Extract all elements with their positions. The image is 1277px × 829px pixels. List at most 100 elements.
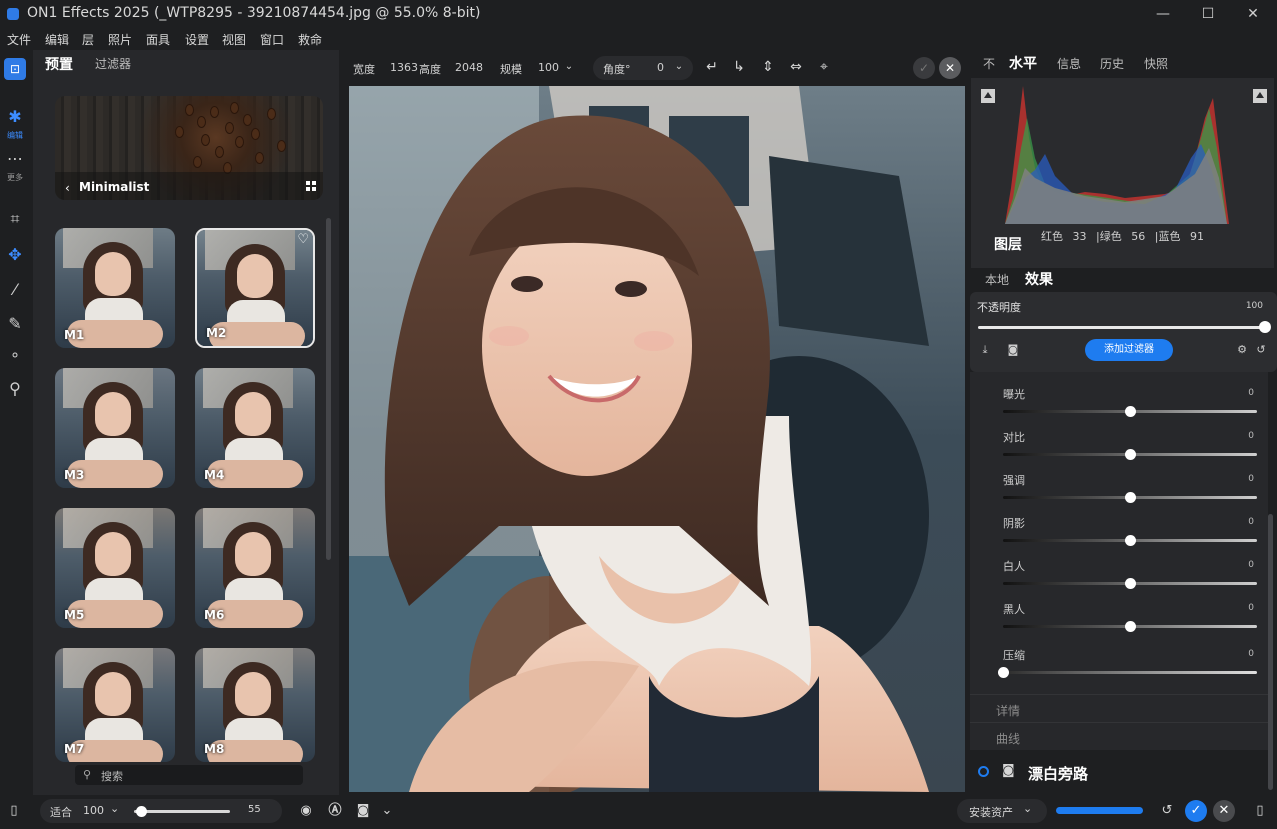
grid-view-icon[interactable]	[306, 181, 317, 192]
preset-thumbnail[interactable]: M6	[195, 508, 315, 628]
tab-snapshots[interactable]: 快照	[1144, 55, 1168, 72]
presets-scrollbar[interactable]	[326, 218, 331, 560]
adjustment-slider-knob[interactable]	[1125, 535, 1136, 546]
zoom-hand-icon[interactable]: ⚲	[4, 378, 26, 400]
section-curves[interactable]: 曲线	[996, 730, 1020, 747]
width-field[interactable]: 1363	[390, 61, 418, 74]
import-icon[interactable]: ⤓	[978, 343, 992, 357]
opacity-slider-knob[interactable]	[1259, 321, 1271, 333]
menu-view[interactable]: 视图	[222, 31, 246, 48]
preset-thumbnail[interactable]: M4	[195, 368, 315, 488]
scale-field[interactable]: 100	[538, 61, 559, 74]
install-progress-bar	[1056, 807, 1143, 814]
preset-thumbnail[interactable]: M3	[55, 368, 175, 488]
reset-all-icon[interactable]: ↺	[1157, 801, 1177, 821]
magic-wand-icon[interactable]: ⁄	[4, 279, 26, 301]
tab-filters[interactable]: 过滤器	[95, 55, 131, 72]
view-dropdown-icon[interactable]: ⌄	[377, 801, 397, 821]
photo-canvas[interactable]	[349, 86, 965, 792]
back-chevron-icon[interactable]: ‹	[65, 181, 70, 195]
flip-vertical-icon[interactable]: ⇕	[759, 58, 777, 76]
highlight-clip-icon[interactable]	[1253, 89, 1267, 103]
menu-photo[interactable]: 照片	[108, 31, 132, 48]
add-filter-button[interactable]: 添加过滤器	[1085, 339, 1173, 361]
reset-icon[interactable]: ↺	[1254, 343, 1268, 357]
fit-label[interactable]: 适合	[50, 804, 72, 820]
category-banner[interactable]: ‹ Minimalist	[55, 96, 323, 200]
toggle-left-panel-icon[interactable]: ▯	[4, 801, 24, 821]
tab-levels[interactable]: 水平	[1009, 53, 1037, 73]
menu-help[interactable]: 救命	[298, 31, 322, 48]
filter-enable-radio[interactable]	[978, 766, 989, 777]
favorite-heart-icon[interactable]: ♡	[297, 232, 309, 247]
rotate-left-icon[interactable]: ↵	[703, 58, 721, 76]
adjustment-slider-knob[interactable]	[1125, 449, 1136, 460]
section-details[interactable]: 详情	[996, 702, 1020, 719]
adjustment-slider-knob[interactable]	[998, 667, 1009, 678]
flip-horizontal-icon[interactable]: ⇔	[787, 58, 805, 76]
mask-icon[interactable]: ◙	[1006, 343, 1020, 357]
tab-effects[interactable]: 效果	[1025, 269, 1053, 289]
preset-thumbnail[interactable]: M1	[55, 228, 175, 348]
preset-thumbnail[interactable]: M2 ♡	[195, 228, 315, 348]
right-panel-scrollbar[interactable]	[1268, 514, 1273, 790]
browse-icon[interactable]: ⊡	[4, 58, 26, 80]
adjustment-slider[interactable]	[1003, 671, 1257, 674]
adjustments-panel: 曝光 0 对比 0 强调 0 阴影 0 白人 0 黑人 0 压缩 0 详情 曲线	[970, 372, 1268, 750]
cancel-button[interactable]: ✕	[1213, 800, 1235, 822]
preset-thumbnail[interactable]: M5	[55, 508, 175, 628]
preset-label: M3	[64, 468, 85, 482]
mask-view-icon[interactable]: ◙	[353, 801, 373, 821]
cancel-transform-button[interactable]: ✕	[939, 57, 961, 79]
adjustment-slider-knob[interactable]	[1125, 406, 1136, 417]
adjustment-slider-knob[interactable]	[1125, 492, 1136, 503]
menu-settings[interactable]: 设置	[185, 31, 209, 48]
tab-info[interactable]: 信息	[1057, 55, 1081, 72]
menu-file[interactable]: 文件	[7, 31, 31, 48]
apply-button[interactable]: ✓	[1185, 800, 1207, 822]
move-icon[interactable]: ✥	[4, 244, 26, 266]
preset-thumbnail[interactable]: M7	[55, 648, 175, 762]
angle-field[interactable]: 0	[657, 61, 664, 74]
preset-search-input[interactable]: ⚲ 搜索	[75, 765, 303, 785]
install-assets-button[interactable]: 安装资产 ⌄	[957, 799, 1047, 823]
retouch-icon[interactable]: ∘	[4, 344, 26, 366]
crop-icon[interactable]: ⌗	[4, 208, 26, 230]
zoom-dropdown-icon[interactable]: ⌄	[110, 802, 119, 815]
zoom-slider[interactable]	[134, 810, 230, 813]
zoom-value[interactable]: 100	[83, 804, 104, 817]
menu-window[interactable]: 窗口	[260, 31, 284, 48]
menu-edit[interactable]: 编辑	[45, 31, 69, 48]
adjustment-label: 阴影	[1003, 517, 1025, 530]
settings-gear-icon[interactable]: ⚙	[1235, 343, 1249, 357]
brush-icon[interactable]: ✎	[4, 313, 26, 335]
shadow-clip-icon[interactable]	[981, 89, 995, 103]
tab-local[interactable]: 本地	[985, 271, 1009, 288]
apply-transform-button[interactable]: ✓	[913, 57, 935, 79]
preview-eye-icon[interactable]: ◉	[296, 801, 316, 821]
toggle-right-panel-icon[interactable]: ▯	[1250, 801, 1270, 821]
minimize-button[interactable]: —	[1153, 4, 1173, 24]
maximize-button[interactable]: ☐	[1198, 4, 1218, 24]
zoom-slider-knob[interactable]	[136, 806, 147, 817]
scale-dropdown-icon[interactable]: ⌄	[560, 58, 578, 76]
opacity-slider[interactable]	[978, 326, 1267, 329]
rotate-right-icon[interactable]: ↳	[730, 58, 748, 76]
menu-mask[interactable]: 面具	[146, 31, 170, 48]
angle-dropdown-icon[interactable]: ⌄	[670, 58, 688, 76]
preset-thumbnail[interactable]: M8	[195, 648, 315, 762]
tab-nav[interactable]: 不	[983, 55, 995, 72]
adjustment-slider-knob[interactable]	[1125, 578, 1136, 589]
more-icon[interactable]: ⋯	[4, 148, 26, 170]
edit-gear-icon[interactable]: ✱	[4, 106, 26, 128]
height-field[interactable]: 2048	[455, 61, 483, 74]
filter-header-row[interactable]: ◙ 漂白旁路	[968, 760, 1277, 786]
compare-icon[interactable]: Ⓐ	[325, 801, 345, 821]
close-button[interactable]: ✕	[1243, 4, 1263, 24]
tab-presets[interactable]: 预置	[45, 54, 73, 74]
tab-history[interactable]: 历史	[1100, 55, 1124, 72]
adjustment-slider-knob[interactable]	[1125, 621, 1136, 632]
fit-to-canvas-icon[interactable]: ⌖	[815, 58, 833, 76]
filter-mask-icon[interactable]: ◙	[1002, 763, 1015, 778]
menu-layer[interactable]: 层	[82, 31, 94, 48]
